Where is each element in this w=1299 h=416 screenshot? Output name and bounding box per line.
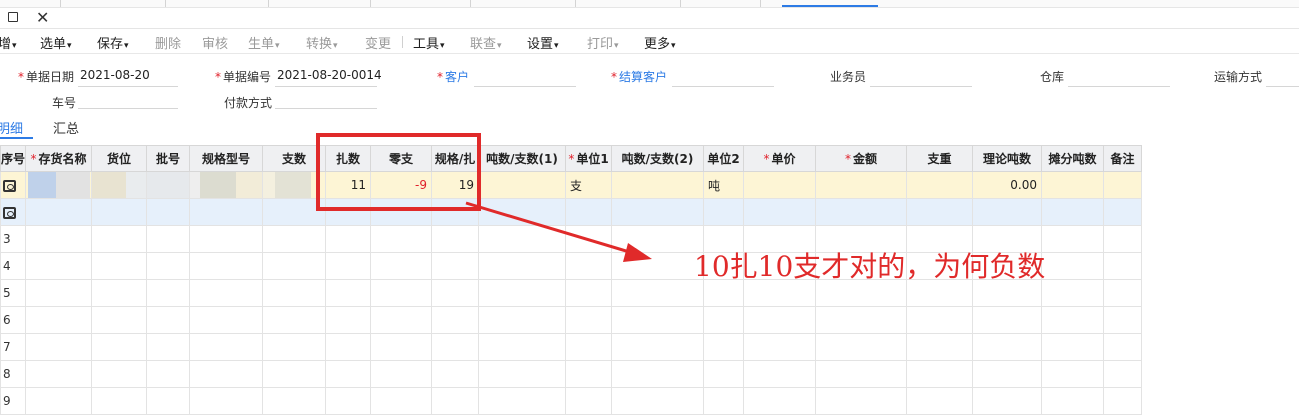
erp-window: ✕ 增▾ 选单▾ 保存▾ 删除 审核 生单▾ 转换▾ 变更 工具▾ 联查▾ 设置… (0, 0, 1299, 416)
annotation-note: 10扎10支才对的，为何负数 (694, 250, 1046, 283)
annotation-arrow (465, 201, 652, 262)
